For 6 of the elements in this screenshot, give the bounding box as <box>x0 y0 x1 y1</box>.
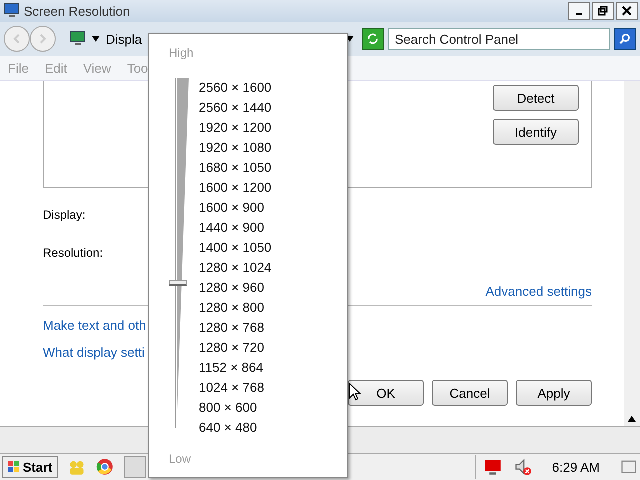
low-label: Low <box>169 452 192 466</box>
field-label: Resolution: <box>43 246 104 260</box>
field-label: Display: <box>43 208 86 222</box>
window-title: Screen Resolution <box>24 4 130 18</box>
high-label: High <box>169 46 195 60</box>
clock: 6:29 AM <box>551 460 601 474</box>
